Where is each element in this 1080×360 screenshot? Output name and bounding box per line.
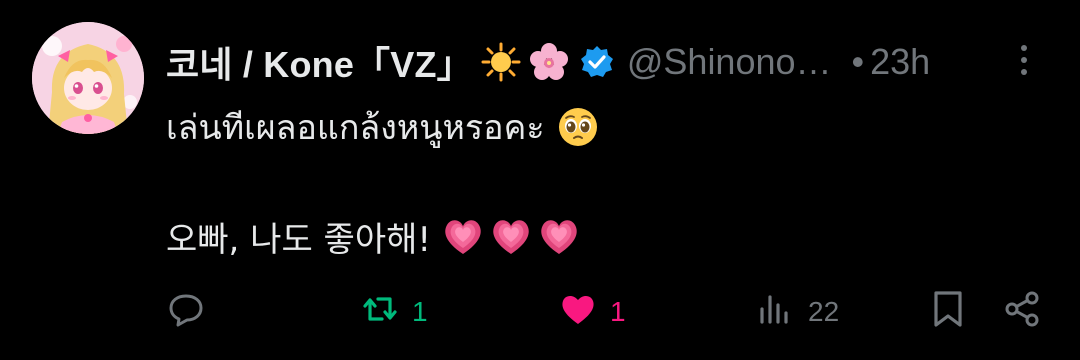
action-bar: 1 1 22 bbox=[0, 290, 1080, 334]
reply-button[interactable] bbox=[166, 290, 206, 334]
reply-icon[interactable] bbox=[166, 289, 206, 336]
share-button[interactable] bbox=[1002, 290, 1042, 334]
tweet-text-line-1: เล่นทีเผลอแกล้งหนูหรอคะ bbox=[166, 102, 599, 152]
tweet-header: 코네 / Kone「VZ」 @Shinono… • 23h bbox=[166, 36, 1066, 88]
repost-button[interactable]: 1 bbox=[360, 290, 428, 334]
views-icon[interactable] bbox=[756, 289, 796, 336]
repost-icon[interactable] bbox=[360, 289, 400, 336]
tweet-text-korean: 오빠, 나도 좋아해! bbox=[166, 219, 432, 260]
more-options-icon[interactable] bbox=[1012, 40, 1036, 80]
tweet-text-thai: เล่นทีเผลอแกล้งหนูหรอคะ bbox=[166, 108, 545, 148]
pleading-face-emoji bbox=[557, 106, 599, 148]
verified-badge-icon[interactable] bbox=[579, 44, 615, 80]
repost-count: 1 bbox=[412, 296, 428, 327]
tweet[interactable]: 코네 / Kone「VZ」 @Shinono… • 23h เล่นทีเผลอ… bbox=[0, 0, 1080, 360]
tweet-text-line-2: 오빠, 나도 좋아해! bbox=[166, 210, 581, 262]
bookmark-button[interactable] bbox=[928, 290, 968, 334]
bookmark-icon[interactable] bbox=[928, 289, 968, 336]
sun-emoji bbox=[481, 42, 521, 82]
cherry-blossom-emoji bbox=[529, 42, 569, 82]
separator-dot: • bbox=[851, 41, 865, 82]
avatar[interactable] bbox=[32, 22, 144, 134]
like-button[interactable]: 1 bbox=[558, 290, 626, 334]
views-button[interactable]: 22 bbox=[756, 290, 839, 334]
heart-icon[interactable] bbox=[558, 289, 598, 336]
growing-heart-emoji bbox=[537, 214, 581, 258]
display-name[interactable]: 코네 / Kone「VZ」 bbox=[166, 36, 473, 88]
growing-heart-emoji bbox=[441, 214, 485, 258]
heart-emoji-group bbox=[441, 214, 581, 258]
views-count: 22 bbox=[808, 296, 840, 327]
growing-heart-emoji bbox=[489, 214, 533, 258]
user-handle[interactable]: @Shinono… bbox=[627, 41, 832, 83]
timestamp[interactable]: 23h bbox=[870, 41, 930, 83]
share-icon[interactable] bbox=[1002, 289, 1042, 336]
like-count: 1 bbox=[610, 296, 626, 327]
